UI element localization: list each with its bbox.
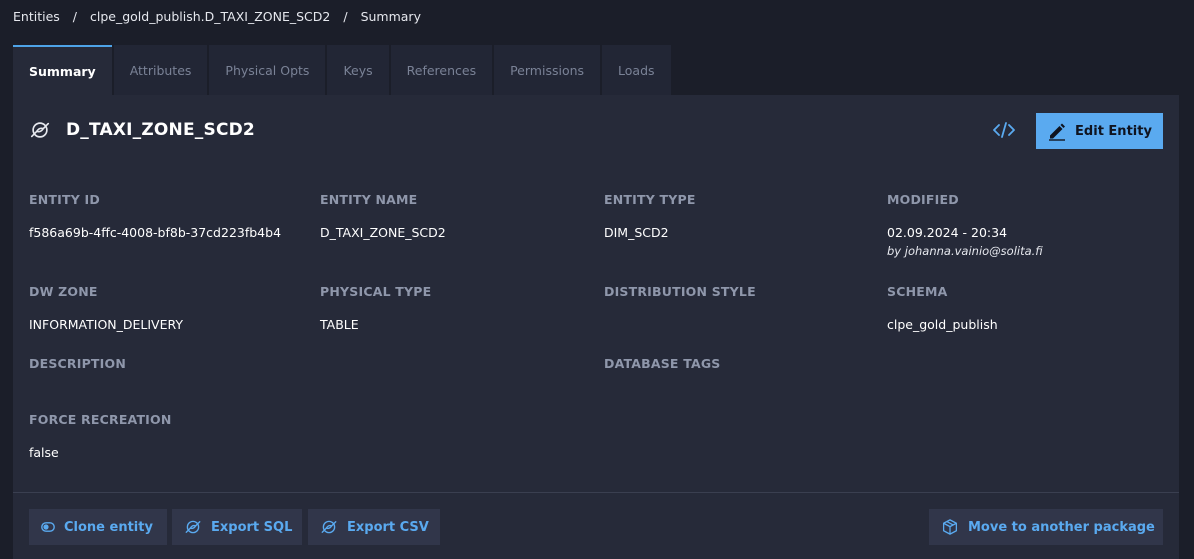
modified-value: 02.09.2024 - 20:34: [887, 225, 1008, 240]
toggle-icon: [41, 522, 55, 532]
entity-header: D_TAXI_ZONE_SCD2: [29, 119, 255, 141]
entity-id-value: f586a69b-4ffc-4008-bf8b-37cd223fb4b4: [29, 225, 282, 240]
field-distribution-style: DISTRIBUTION STYLE: [604, 284, 756, 317]
force-recreation-label: FORCE RECREATION: [29, 412, 172, 427]
pencil-icon: [1049, 123, 1066, 141]
breadcrumb-separator: /: [343, 9, 348, 24]
entity-type-label: ENTITY TYPE: [604, 192, 696, 207]
tab-attributes[interactable]: Attributes: [113, 45, 208, 95]
entity-icon: [185, 520, 201, 534]
move-to-package-button[interactable]: Move to another package: [929, 509, 1163, 545]
export-csv-button[interactable]: Export CSV: [308, 509, 440, 545]
edit-entity-button[interactable]: Edit Entity: [1036, 113, 1163, 149]
view-code-button[interactable]: [989, 117, 1019, 143]
tab-physical-opts[interactable]: Physical Opts: [209, 45, 326, 95]
field-schema: SCHEMA clpe_gold_publish: [887, 284, 998, 332]
edit-entity-label: Edit Entity: [1075, 123, 1152, 139]
breadcrumb-entities-link[interactable]: Entities: [13, 9, 60, 24]
modified-by: by johanna.vainio@solita.fi: [887, 244, 1043, 258]
force-recreation-value: false: [29, 445, 59, 460]
field-force-recreation: FORCE RECREATION false: [29, 412, 172, 460]
tab-summary[interactable]: Summary: [13, 45, 112, 95]
field-entity-id: ENTITY ID f586a69b-4ffc-4008-bf8b-37cd22…: [29, 192, 281, 240]
description-label: DESCRIPTION: [29, 356, 126, 371]
entity-icon: [321, 520, 337, 534]
tab-references[interactable]: References: [390, 45, 493, 95]
entity-type-value: DIM_SCD2: [604, 225, 669, 240]
field-entity-type: ENTITY TYPE DIM_SCD2: [604, 192, 696, 240]
field-database-tags: DATABASE TAGS: [604, 356, 721, 389]
clone-entity-label: Clone entity: [64, 519, 153, 535]
physical-type-label: PHYSICAL TYPE: [320, 284, 432, 299]
schema-label: SCHEMA: [887, 284, 948, 299]
tab-permissions[interactable]: Permissions: [494, 45, 601, 95]
entity-id-label: ENTITY ID: [29, 192, 100, 207]
field-dw-zone: DW ZONE INFORMATION_DELIVERY: [29, 284, 183, 332]
breadcrumb: Entities / clpe_gold_publish.D_TAXI_ZONE_S…: [13, 9, 421, 24]
actions-divider: [13, 492, 1179, 493]
move-to-package-label: Move to another package: [968, 519, 1155, 535]
field-physical-type: PHYSICAL TYPE TABLE: [320, 284, 431, 332]
field-description: DESCRIPTION: [29, 356, 126, 389]
database-tags-label: DATABASE TAGS: [604, 356, 721, 371]
entity-name-label: ENTITY NAME: [320, 192, 418, 207]
package-icon: [942, 519, 958, 535]
tab-loads[interactable]: Loads: [602, 45, 671, 95]
field-modified: MODIFIED 02.09.2024 - 20:34 by johanna.v…: [887, 192, 1043, 258]
breadcrumb-entity-link[interactable]: clpe_gold_publish.D_TAXI_ZONE_SCD2: [90, 9, 330, 24]
code-icon: [993, 122, 1015, 138]
summary-panel: D_TAXI_ZONE_SCD2 Edit Entity ENTITY ID f…: [13, 95, 1179, 559]
export-csv-label: Export CSV: [347, 519, 429, 535]
tab-keys[interactable]: Keys: [327, 45, 389, 95]
entity-title: D_TAXI_ZONE_SCD2: [66, 120, 255, 140]
field-entity-name: ENTITY NAME D_TAXI_ZONE_SCD2: [320, 192, 446, 240]
breadcrumb-current: Summary: [360, 9, 421, 24]
distribution-style-label: DISTRIBUTION STYLE: [604, 284, 756, 299]
export-sql-label: Export SQL: [211, 519, 293, 535]
dw-zone-label: DW ZONE: [29, 284, 98, 299]
tab-bar: Summary Attributes Physical Opts Keys Re…: [13, 45, 673, 95]
breadcrumb-separator: /: [72, 9, 77, 24]
export-sql-button[interactable]: Export SQL: [172, 509, 302, 545]
schema-value: clpe_gold_publish: [887, 317, 998, 332]
modified-label: MODIFIED: [887, 192, 959, 207]
clone-entity-button[interactable]: Clone entity: [29, 509, 167, 545]
entity-name-value: D_TAXI_ZONE_SCD2: [320, 225, 446, 240]
physical-type-value: TABLE: [320, 317, 359, 332]
dw-zone-value: INFORMATION_DELIVERY: [29, 317, 184, 332]
entity-icon: [30, 122, 50, 138]
